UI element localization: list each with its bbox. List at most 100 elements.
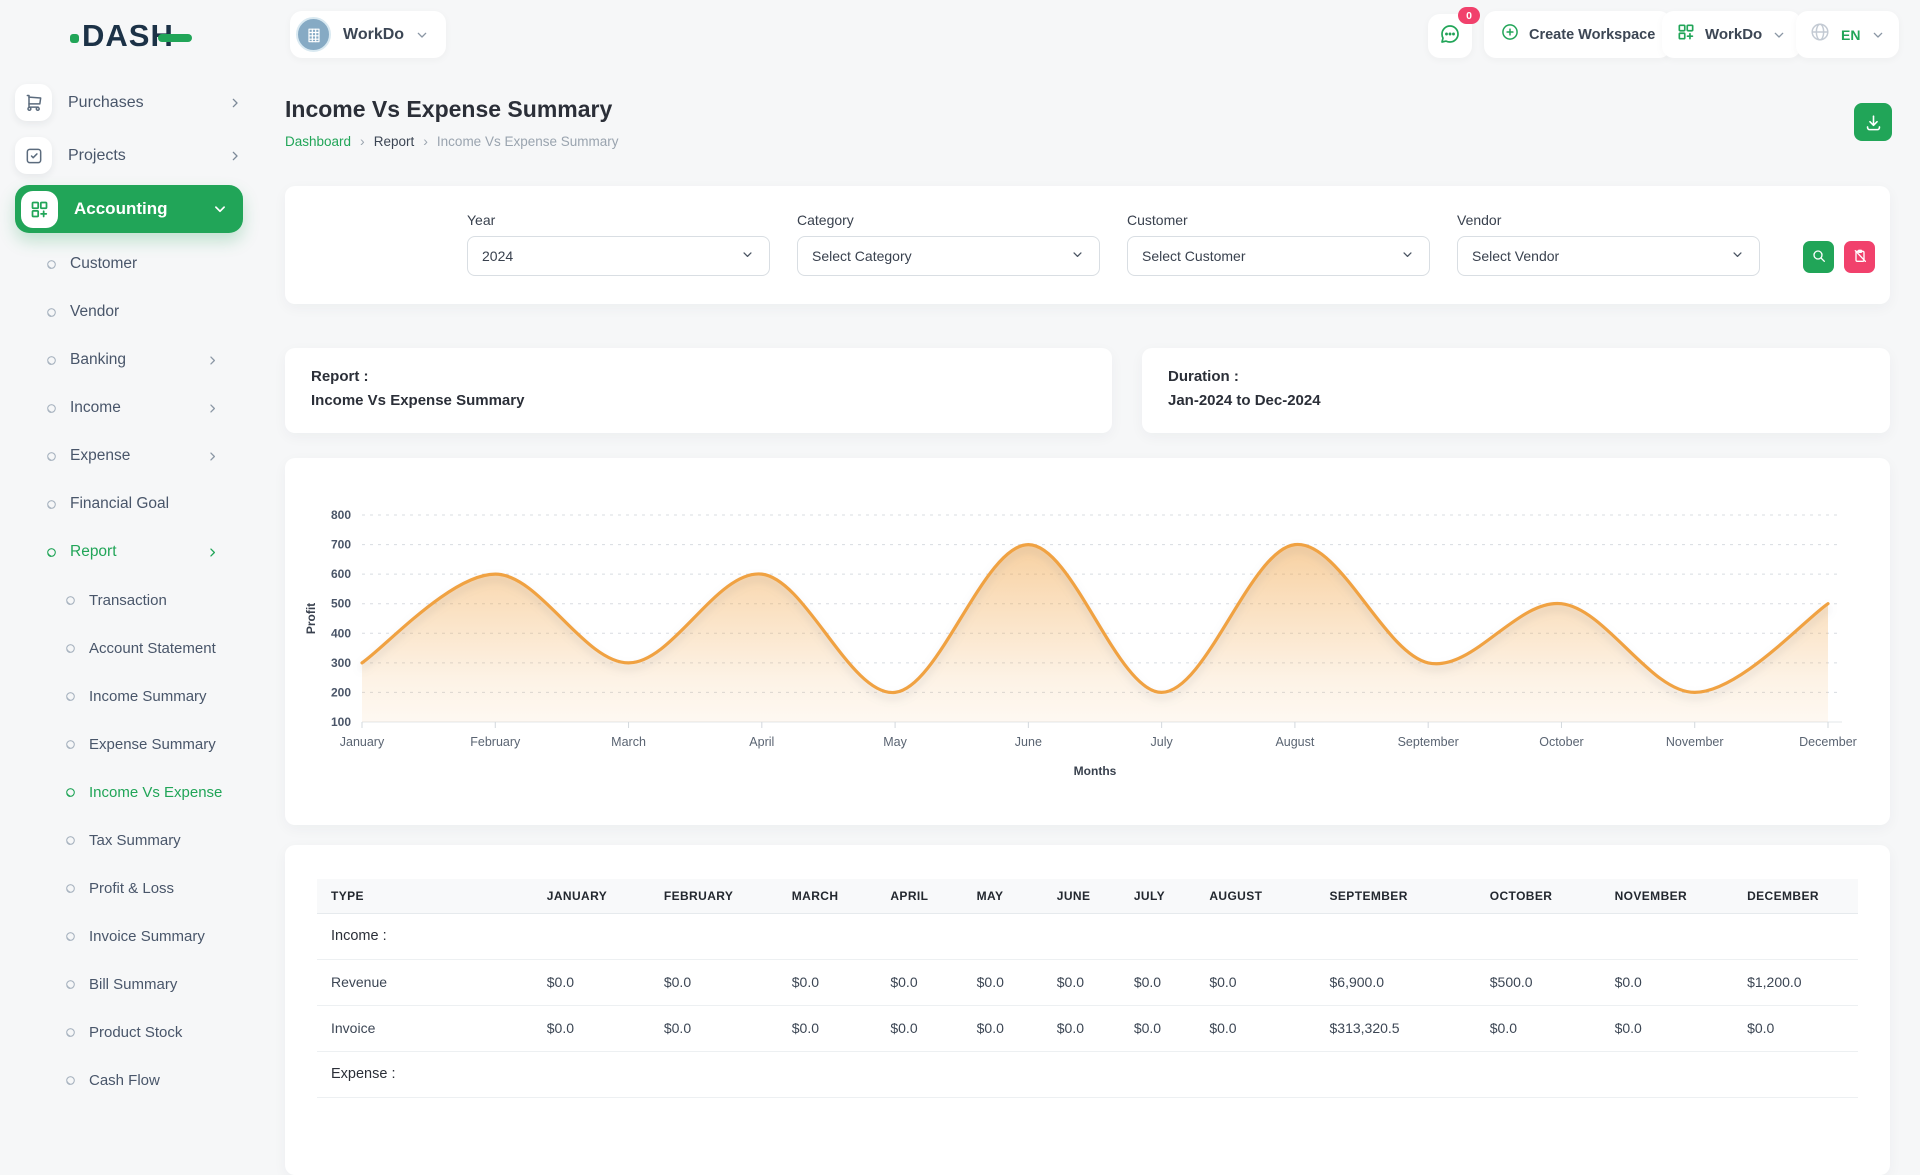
- sidebar-subitem-profit-loss[interactable]: Profit & Loss: [0, 864, 258, 912]
- circle-bullet-icon: [64, 690, 77, 703]
- vendor-select[interactable]: Select Vendor: [1457, 236, 1760, 276]
- sidebar-item-label: Tax Summary: [89, 832, 258, 849]
- duration-summary-card: Duration : Jan-2024 to Dec-2024: [1142, 348, 1890, 433]
- column-header-september: SEPTEMBER: [1316, 879, 1476, 913]
- chevron-right-icon: [205, 449, 220, 464]
- circle-bullet-icon: [45, 306, 58, 319]
- column-header-april: APRIL: [876, 879, 962, 913]
- sidebar-item-report[interactable]: Report: [0, 528, 258, 576]
- circle-bullet-icon: [64, 642, 77, 655]
- svg-text:Profit: Profit: [304, 603, 318, 634]
- row-value: $0.0: [1043, 959, 1120, 1005]
- svg-text:March: March: [611, 735, 646, 749]
- sidebar-item-label: Accounting: [74, 199, 211, 219]
- filter-fields: Year2024CategorySelect CategoryCustomerS…: [467, 212, 1787, 276]
- chevron-down-icon: [1400, 247, 1415, 265]
- sidebar-item-banking[interactable]: Banking: [0, 336, 258, 384]
- duration-value: Jan-2024 to Dec-2024: [1168, 392, 1864, 409]
- filter-actions: [1793, 241, 1875, 273]
- svg-text:April: April: [749, 735, 774, 749]
- sidebar-item-vendor[interactable]: Vendor: [0, 288, 258, 336]
- brand-logo[interactable]: DASH: [70, 18, 192, 54]
- row-value: $500.0: [1476, 959, 1601, 1005]
- breadcrumb-item-1[interactable]: Dashboard: [285, 134, 351, 149]
- sidebar-item-label: Product Stock: [89, 1024, 258, 1041]
- sidebar-subitem-expense-summary[interactable]: Expense Summary: [0, 720, 258, 768]
- section-label: Expense :: [317, 1051, 533, 1097]
- year-select[interactable]: 2024: [467, 236, 770, 276]
- sidebar-item-customer[interactable]: Customer: [0, 240, 258, 288]
- svg-text:500: 500: [331, 597, 351, 611]
- messages-button[interactable]: 0: [1428, 14, 1472, 58]
- chat-bubble-icon: [1438, 22, 1462, 51]
- sidebar-item-label: Purchases: [68, 94, 227, 112]
- reset-button[interactable]: [1844, 241, 1875, 273]
- report-summary-card: Report : Income Vs Expense Summary: [285, 348, 1112, 433]
- globe-icon: [1809, 21, 1831, 48]
- column-header-june: JUNE: [1043, 879, 1120, 913]
- language-selector[interactable]: EN: [1796, 11, 1899, 58]
- svg-text:Months: Months: [1074, 764, 1117, 778]
- search-button[interactable]: [1803, 241, 1834, 273]
- sidebar-subitem-income-vs-expense[interactable]: Income Vs Expense: [0, 768, 258, 816]
- sidebar: DASH Purchases Projects Accounting Custom…: [0, 0, 258, 1080]
- row-value: $0.0: [1195, 959, 1315, 1005]
- circle-bullet-icon: [64, 930, 77, 943]
- breadcrumb-item-2[interactable]: Report: [374, 134, 415, 149]
- download-button[interactable]: [1854, 103, 1892, 141]
- circle-bullet-icon: [64, 834, 77, 847]
- clipboard-off-icon: [1852, 248, 1868, 267]
- sidebar-subitem-transaction[interactable]: Transaction: [0, 576, 258, 624]
- svg-text:September: September: [1398, 735, 1459, 749]
- sidebar-item-projects[interactable]: Projects: [15, 129, 243, 182]
- row-type: Revenue: [317, 959, 533, 1005]
- row-value: $0.0: [1601, 959, 1734, 1005]
- svg-text:600: 600: [331, 567, 351, 581]
- select-value: 2024: [482, 248, 740, 264]
- svg-text:July: July: [1151, 735, 1174, 749]
- breadcrumb-separator: ›: [360, 133, 365, 149]
- breadcrumb-item-3: Income Vs Expense Summary: [437, 134, 619, 149]
- sidebar-item-income[interactable]: Income: [0, 384, 258, 432]
- sidebar-subitem-bill-summary[interactable]: Bill Summary: [0, 960, 258, 1008]
- column-header-august: AUGUST: [1195, 879, 1315, 913]
- sidebar-item-purchases[interactable]: Purchases: [15, 76, 243, 129]
- sidebar-item-label: Expense: [70, 447, 205, 465]
- select-value: Select Category: [812, 248, 1070, 264]
- create-workspace-label: Create Workspace: [1529, 27, 1655, 43]
- workspace-pill[interactable]: WorkDo: [290, 11, 446, 58]
- chevron-down-icon: [1771, 27, 1787, 43]
- sidebar-item-accounting[interactable]: Accounting: [15, 185, 243, 233]
- sidebar-item-label: Invoice Summary: [89, 928, 258, 945]
- category-select[interactable]: Select Category: [797, 236, 1100, 276]
- sidebar-item-expense[interactable]: Expense: [0, 432, 258, 480]
- breadcrumb: Dashboard›Report›Income Vs Expense Summa…: [285, 133, 619, 149]
- filter-label: Year: [467, 212, 770, 228]
- column-header-type: TYPE: [317, 879, 533, 913]
- table-row-revenue: Revenue$0.0$0.0$0.0$0.0$0.0$0.0$0.0$0.0$…: [317, 959, 1858, 1005]
- table-row-invoice: Invoice$0.0$0.0$0.0$0.0$0.0$0.0$0.0$0.0$…: [317, 1005, 1858, 1051]
- sidebar-subitem-account-statement[interactable]: Account Statement: [0, 624, 258, 672]
- row-value: $0.0: [963, 959, 1043, 1005]
- workspace-switcher-button[interactable]: WorkDo: [1662, 11, 1801, 58]
- create-workspace-button[interactable]: Create Workspace: [1484, 11, 1671, 58]
- svg-text:February: February: [470, 735, 521, 749]
- sidebar-subitem-cash-flow[interactable]: Cash Flow: [0, 1056, 258, 1104]
- customer-select[interactable]: Select Customer: [1127, 236, 1430, 276]
- chevron-right-icon: [227, 148, 243, 164]
- app: { "brand": { "logo_text": "DASH" }, "hea…: [0, 0, 1920, 1080]
- row-value: $0.0: [778, 959, 877, 1005]
- duration-label: Duration :: [1168, 368, 1864, 385]
- sidebar-subitem-tax-summary[interactable]: Tax Summary: [0, 816, 258, 864]
- sidebar-subitem-invoice-summary[interactable]: Invoice Summary: [0, 912, 258, 960]
- language-label: EN: [1841, 27, 1860, 43]
- svg-text:May: May: [883, 735, 907, 749]
- svg-text:January: January: [340, 735, 385, 749]
- circle-bullet-icon: [64, 1074, 77, 1087]
- chevron-down-icon: [211, 200, 229, 218]
- sidebar-item-label: Transaction: [89, 592, 258, 609]
- chevron-down-icon: [414, 27, 430, 43]
- sidebar-subitem-income-summary[interactable]: Income Summary: [0, 672, 258, 720]
- sidebar-item-financial-goal[interactable]: Financial Goal: [0, 480, 258, 528]
- sidebar-subitem-product-stock[interactable]: Product Stock: [0, 1008, 258, 1056]
